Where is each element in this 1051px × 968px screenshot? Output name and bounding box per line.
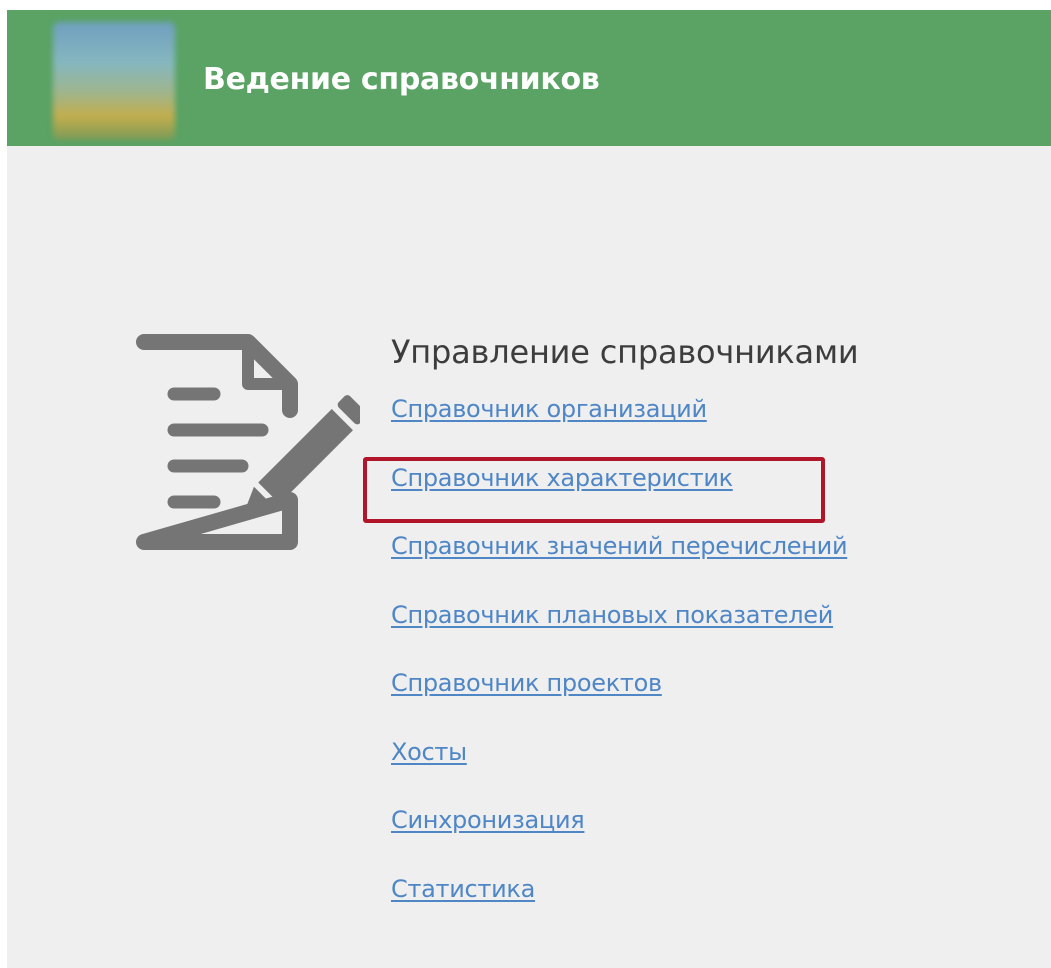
list-item: Справочник организаций [391, 395, 847, 464]
app-logo[interactable] [53, 22, 175, 140]
highlight-box [363, 457, 825, 523]
list-item: Справочник значений перечислений [391, 532, 848, 601]
document-edit-icon [136, 334, 360, 550]
section-title: Управление справочниками [391, 333, 859, 371]
list-item: Справочник проектов [391, 669, 847, 738]
link-organizations[interactable]: Справочник организаций [391, 395, 707, 423]
list-item: Синхронизация [391, 806, 847, 875]
link-enumeration-values[interactable]: Справочник значений перечислений [391, 532, 848, 560]
link-synchronization[interactable]: Синхронизация [391, 806, 585, 834]
list-item: Справочник плановых показателей [391, 601, 847, 670]
link-hosts[interactable]: Хосты [391, 738, 467, 766]
link-planned-indicators[interactable]: Справочник плановых показателей [391, 601, 833, 629]
link-statistics[interactable]: Статистика [391, 875, 535, 903]
list-item: Статистика [391, 875, 847, 944]
page-frame: Ведение справочников Управление справочн… [7, 10, 1051, 968]
link-projects[interactable]: Справочник проектов [391, 669, 662, 697]
page-title: Ведение справочников [203, 62, 600, 97]
document-outline [136, 334, 298, 550]
list-item: Хосты [391, 738, 847, 807]
header-bar: Ведение справочников [7, 10, 1051, 146]
